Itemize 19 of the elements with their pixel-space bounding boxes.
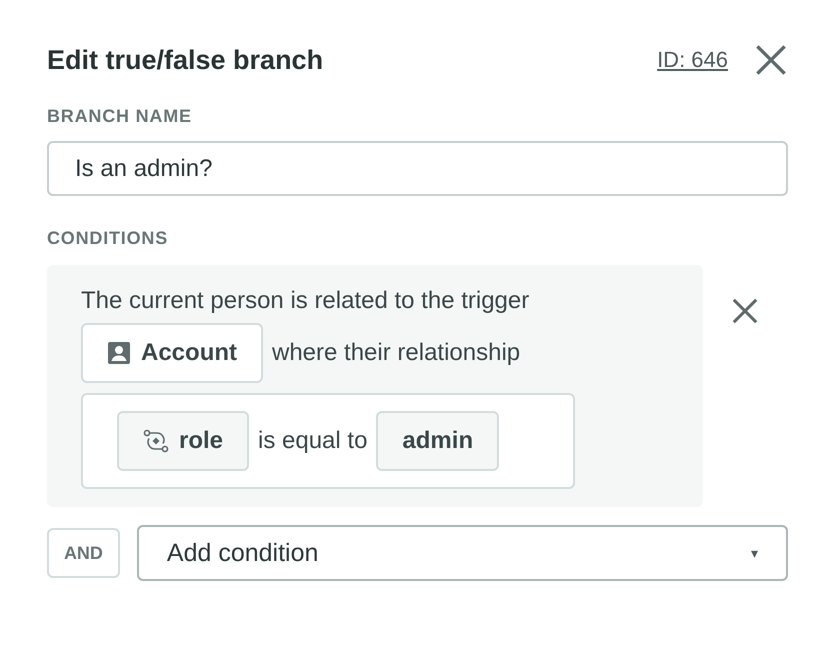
object-chip[interactable]: Account (81, 323, 263, 383)
attribute-chip[interactable]: role (117, 411, 250, 471)
conditions-label: CONDITIONS (47, 228, 170, 249)
person-card-icon (107, 341, 131, 365)
remove-condition-button[interactable] (731, 297, 759, 325)
close-icon (754, 43, 788, 77)
close-button[interactable] (754, 43, 788, 77)
branch-name-label: BRANCH NAME (47, 106, 193, 127)
and-label: AND (47, 528, 120, 578)
panel-title: Edit true/false branch (47, 44, 324, 76)
condition-text: The current person is related to the trigger (81, 287, 530, 314)
attribute-icon (143, 429, 169, 453)
branch-name-field[interactable]: Is an admin? (47, 141, 788, 196)
id-link[interactable]: ID: 646 (657, 47, 728, 73)
add-condition-dropdown[interactable]: Add condition ▾ (136, 525, 788, 581)
value-chip[interactable]: admin (376, 411, 500, 471)
close-icon (731, 297, 759, 325)
condition-text: where their relationship (272, 339, 520, 367)
operator-text: is equal to (258, 427, 368, 455)
